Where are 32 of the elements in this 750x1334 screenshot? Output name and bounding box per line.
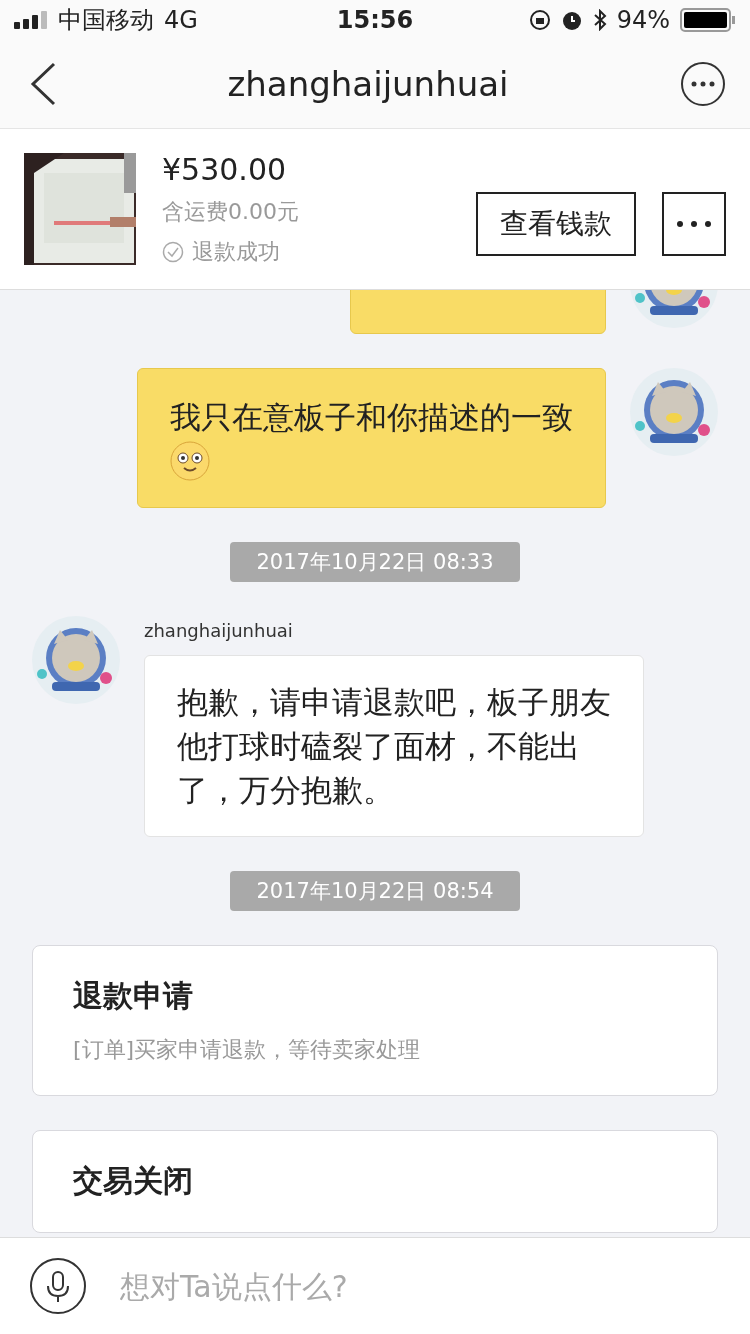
clock: 15:56 bbox=[336, 6, 414, 34]
back-icon[interactable] bbox=[30, 62, 56, 106]
signal-icon bbox=[14, 11, 48, 29]
order-price: ¥530.00 bbox=[162, 151, 288, 187]
notification-card[interactable]: 退款申请 [订单]买家申请退款，等待卖家处理 bbox=[32, 945, 718, 1096]
microphone-icon[interactable] bbox=[30, 1258, 86, 1314]
alarm-icon bbox=[560, 9, 583, 31]
card-title: 退款申请 bbox=[73, 977, 194, 1015]
battery-icon bbox=[680, 8, 736, 32]
carrier-name: 中国移动 bbox=[58, 5, 154, 36]
check-circle-icon bbox=[162, 240, 184, 263]
more-icon bbox=[674, 220, 714, 228]
battery-percent: 94% bbox=[616, 6, 670, 34]
card-title: 交易关闭 bbox=[73, 1162, 194, 1200]
rotation-lock-icon bbox=[528, 9, 551, 31]
sender-name: zhanghaijunhuai bbox=[144, 620, 294, 641]
card-text: [订单]买家申请退款，等待卖家处理 bbox=[73, 1036, 422, 1064]
timestamp: 2017年10月22日 08:33 bbox=[230, 542, 520, 582]
more-icon[interactable] bbox=[680, 61, 726, 107]
view-payment-button[interactable]: 查看钱款 bbox=[476, 192, 636, 256]
avatar-icon[interactable] bbox=[630, 368, 718, 456]
shipping-fee: 含运费0.00元 bbox=[162, 197, 300, 226]
message-bubble: 我只在意板子和你描述的一致 bbox=[137, 368, 606, 508]
bluetooth-icon bbox=[592, 9, 607, 31]
more-button[interactable] bbox=[662, 192, 726, 256]
message-bubble: 抱歉，请申请退款吧，板子朋友他打球时磕裂了面材，不能出了，万分抱歉。 bbox=[144, 655, 644, 837]
avatar-icon[interactable] bbox=[32, 616, 120, 704]
notification-card[interactable]: 交易关闭 bbox=[32, 1130, 718, 1233]
chat-title: zhanghaijunhuai bbox=[227, 64, 509, 104]
timestamp: 2017年10月22日 08:54 bbox=[230, 871, 520, 911]
refund-status: 退款成功 bbox=[192, 237, 280, 266]
network-type: 4G bbox=[164, 6, 198, 34]
